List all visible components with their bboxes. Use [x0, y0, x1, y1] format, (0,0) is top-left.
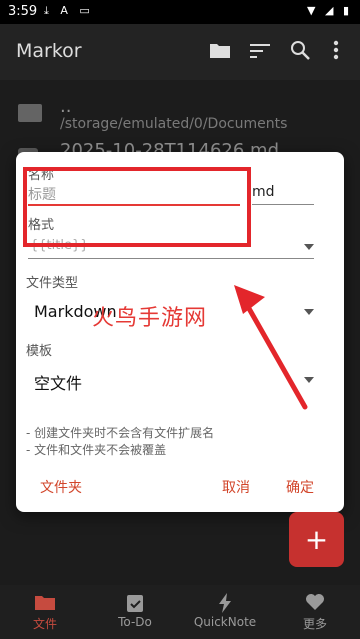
filetype-label: 文件类型 [26, 276, 79, 291]
tab-more-label: 更多 [302, 617, 327, 631]
tab-files[interactable]: 文件 [0, 585, 90, 639]
sort-icon[interactable] [248, 40, 272, 64]
clipboard-check-icon [124, 593, 146, 613]
tab-quicknote-label: QuickNote [193, 615, 257, 629]
folder-button[interactable]: 文件夹 [40, 477, 82, 497]
annotation-arrow-icon [234, 285, 308, 410]
app-toolbar: Markor [0, 24, 360, 80]
suffix-underline [252, 204, 314, 205]
tab-files-label: 文件 [32, 617, 57, 631]
hint-no-extension: - 创建文件夹时不会含有文件扩展名 [26, 426, 215, 440]
cancel-button[interactable]: 取消 [222, 477, 250, 497]
watermark-text: 火鸟手游网 [92, 306, 208, 331]
annotation-highlight-box [23, 167, 251, 247]
app-title: Markor [16, 40, 82, 62]
lightning-icon [214, 593, 236, 613]
tab-more[interactable]: 更多 [270, 585, 360, 639]
bottom-navigation: 文件 To-Do QuickNote 更多 [0, 585, 360, 639]
tab-quicknote[interactable]: QuickNote [180, 585, 270, 639]
search-icon[interactable] [288, 40, 312, 64]
tab-todo[interactable]: To-Do [90, 585, 180, 639]
ok-button[interactable]: 确定 [286, 477, 314, 497]
chevron-down-icon [304, 244, 314, 250]
more-vert-icon[interactable] [324, 40, 348, 64]
status-system-icons: ▼ ◢ ▮ [307, 4, 352, 17]
heart-icon [304, 593, 326, 613]
template-label: 模板 [26, 344, 53, 359]
tab-todo-label: To-Do [118, 615, 152, 629]
add-button[interactable]: + [289, 512, 344, 567]
name-suffix: md [252, 184, 275, 200]
status-time: 3:59 [8, 4, 38, 19]
template-select[interactable]: 空文件 [34, 370, 82, 394]
folder-icon [34, 593, 56, 613]
status-bar: 3:59 ⤓ A ▭ ▼ ◢ ▮ [0, 0, 360, 24]
status-notification-icons: ⤓ A ▭ [44, 4, 94, 17]
folder-icon[interactable] [208, 40, 232, 64]
hint-no-overwrite: - 文件和文件夹不会被覆盖 [26, 443, 167, 457]
format-underline [28, 258, 314, 259]
